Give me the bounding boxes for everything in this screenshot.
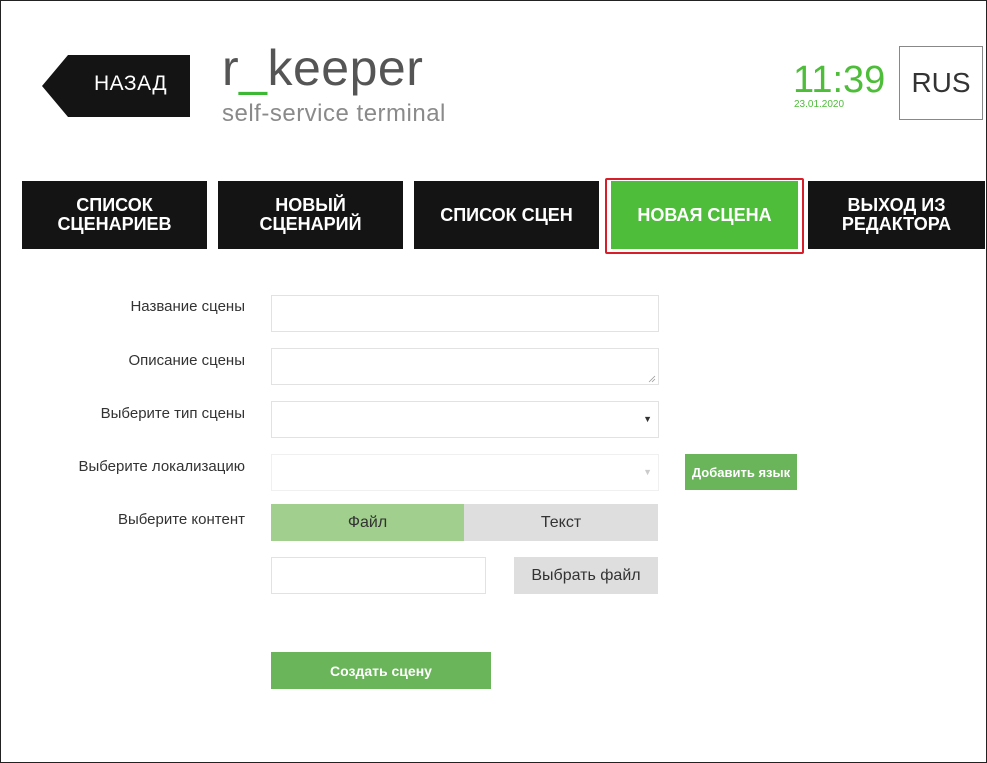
localization-select[interactable]: ▼	[271, 454, 659, 491]
rkeeper-logo: r_keeper self-service terminal	[222, 38, 445, 127]
create-scene-button[interactable]: Создать сцену	[271, 652, 491, 689]
tab-label-line1: ВЫХОД ИЗ	[847, 195, 946, 215]
logo-wordmark: r_keeper	[222, 38, 423, 98]
choose-file-button[interactable]: Выбрать файл	[514, 557, 658, 594]
logo-subtitle: self-service terminal	[222, 100, 446, 127]
resize-grip-icon[interactable]	[648, 375, 656, 383]
scene-type-label: Выберите тип сцены	[100, 405, 245, 422]
back-button[interactable]: НАЗАД	[42, 55, 190, 117]
scene-description-label: Описание сцены	[128, 352, 245, 369]
active-tab-highlight	[605, 178, 804, 254]
logo-underscore: _	[239, 40, 268, 96]
tab-label-line2: СЦЕНАРИЕВ	[57, 214, 172, 234]
content-file-option[interactable]: Файл	[271, 504, 464, 541]
tab-label-line1: НОВЫЙ	[275, 195, 346, 215]
scene-name-input[interactable]	[271, 295, 659, 332]
content-text-option[interactable]: Текст	[464, 504, 658, 541]
content-label: Выберите контент	[117, 511, 245, 528]
tab-label: СПИСОК СЦЕН	[440, 204, 573, 225]
logo-suffix: keeper	[267, 40, 424, 96]
tab-scene-list[interactable]: СПИСОК СЦЕН	[414, 181, 599, 249]
scene-type-select[interactable]: ▼	[271, 401, 659, 438]
add-language-button[interactable]: Добавить язык	[685, 454, 797, 490]
dropdown-arrow-icon: ▼	[643, 467, 652, 477]
tab-new-scenario[interactable]: НОВЫЙ СЦЕНАРИЙ	[218, 181, 403, 249]
localization-label: Выберите локализацию	[78, 458, 245, 475]
tab-label-line2: СЦЕНАРИЙ	[259, 214, 362, 234]
tab-exit-editor[interactable]: ВЫХОД ИЗ РЕДАКТОРА	[808, 181, 985, 249]
clock-time: 11:39	[793, 59, 886, 101]
tab-label-line1: СПИСОК	[76, 195, 153, 215]
tab-label-line2: РЕДАКТОРА	[841, 214, 952, 234]
clock-date: 23.01.2020	[794, 99, 845, 110]
logo-prefix: r	[222, 40, 240, 96]
dropdown-arrow-icon: ▼	[643, 414, 652, 424]
file-path-input[interactable]	[271, 557, 486, 594]
scene-description-textarea[interactable]	[271, 348, 659, 385]
back-button-label: НАЗАД	[94, 72, 168, 95]
tab-scenario-list[interactable]: СПИСОК СЦЕНАРИЕВ	[22, 181, 207, 249]
scene-name-label: Название сцены	[130, 298, 245, 315]
language-button[interactable]: RUS	[899, 46, 983, 120]
